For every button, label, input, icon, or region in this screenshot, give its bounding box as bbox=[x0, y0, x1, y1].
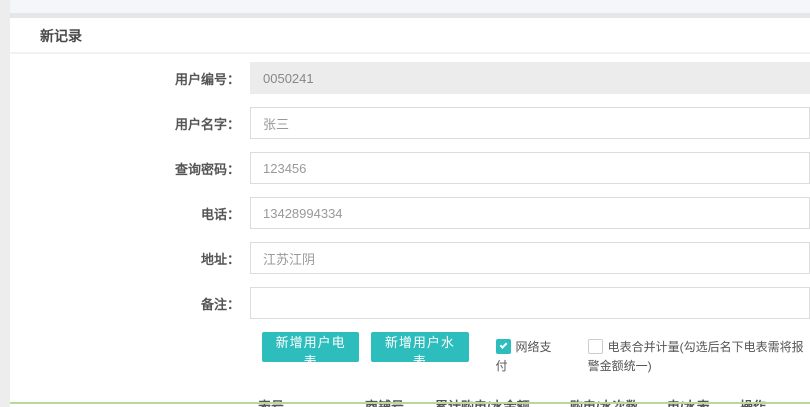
merge-meter-label: 电表合并计量(勾选后名下电表需将报警金额统一) bbox=[588, 340, 804, 373]
form-row-address: 地址： bbox=[10, 242, 810, 274]
new-record-form: 用户编号： 用户名字： 查询密码： 电话： 地址： 备注： 新增用户电表 新增用… bbox=[10, 54, 810, 407]
phone-label: 电话： bbox=[10, 204, 250, 223]
top-strip bbox=[10, 0, 810, 13]
form-row-remarks: 备注： bbox=[10, 287, 810, 319]
user-name-field[interactable] bbox=[250, 107, 810, 139]
user-id-label: 用户编号： bbox=[10, 69, 250, 88]
merge-meter-checkbox[interactable] bbox=[588, 339, 603, 354]
actions-row: 新增用户电表 新增用户水表 网络支付 电表合并计量(勾选后名下电表需将报警金额统… bbox=[262, 332, 810, 376]
network-payment-checkbox[interactable] bbox=[496, 339, 511, 354]
form-row-phone: 电话： bbox=[10, 197, 810, 229]
form-row-user-name: 用户名字： bbox=[10, 107, 810, 139]
add-water-meter-button[interactable]: 新增用户水表 bbox=[371, 332, 468, 362]
address-field[interactable] bbox=[250, 242, 810, 274]
remarks-field[interactable] bbox=[250, 287, 810, 319]
merge-meter-checkbox-block: 电表合并计量(勾选后名下电表需将报警金额统一) bbox=[588, 338, 810, 376]
form-row-user-id: 用户编号： bbox=[10, 62, 810, 94]
address-label: 地址： bbox=[10, 249, 250, 268]
checkmark-icon bbox=[499, 341, 507, 349]
query-password-field[interactable] bbox=[250, 152, 810, 184]
new-record-panel: 新记录 用户编号： 用户名字： 查询密码： 电话： 地址： 备注： 新增用户电表 bbox=[10, 18, 810, 407]
network-payment-checkbox-block: 网络支付 bbox=[496, 338, 552, 376]
table-top-border bbox=[10, 402, 810, 404]
remarks-label: 备注： bbox=[10, 294, 250, 313]
phone-field[interactable] bbox=[250, 197, 810, 229]
form-row-query-password: 查询密码： bbox=[10, 152, 810, 184]
user-name-label: 用户名字： bbox=[10, 114, 250, 133]
panel-title: 新记录 bbox=[10, 18, 810, 54]
user-id-field bbox=[250, 62, 810, 94]
query-password-label: 查询密码： bbox=[10, 159, 250, 178]
add-electric-meter-button[interactable]: 新增用户电表 bbox=[262, 332, 359, 362]
